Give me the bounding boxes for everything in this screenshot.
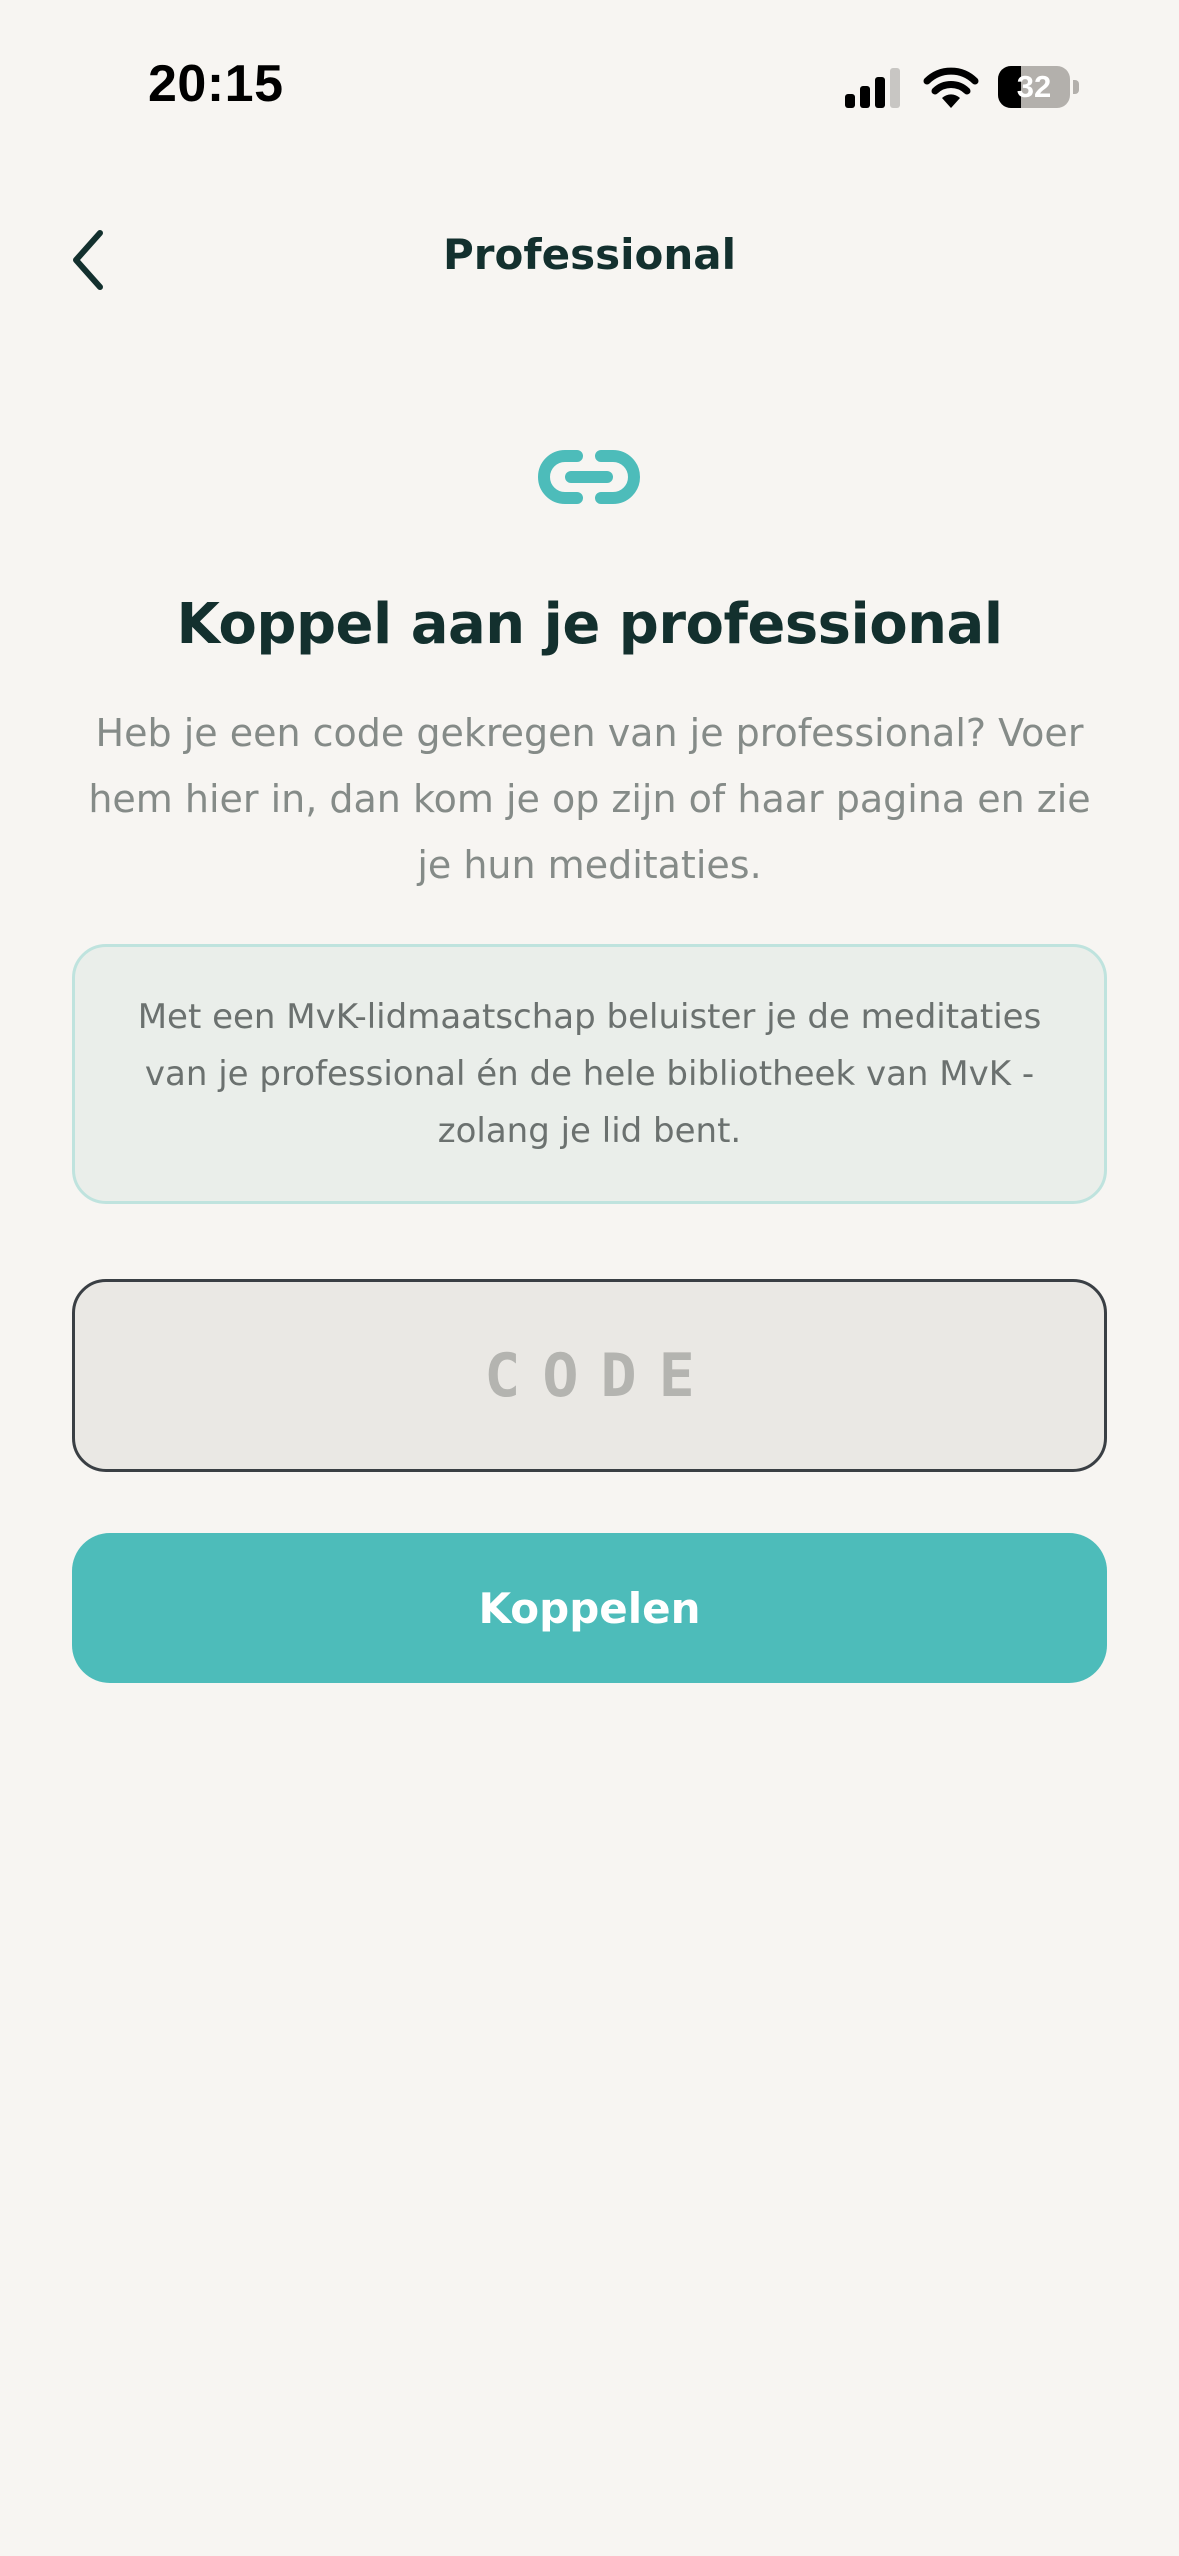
- nav-bar: Professional: [0, 200, 1179, 330]
- intro-text: Heb je een code gekregen van je professi…: [88, 711, 1091, 887]
- battery-level: 32: [1016, 69, 1052, 104]
- membership-info-card: Met een MvK-lidmaatschap beluister je de…: [72, 944, 1107, 1204]
- section-heading: Koppel aan je professional: [176, 592, 1003, 657]
- code-input[interactable]: [72, 1279, 1107, 1472]
- membership-info-text: Met een MvK-lidmaatschap beluister je de…: [137, 996, 1042, 1151]
- connect-button[interactable]: Koppelen: [72, 1533, 1107, 1683]
- status-time: 20:15: [148, 55, 284, 113]
- page-title: Professional: [443, 230, 736, 279]
- status-bar: 20:15 32: [0, 0, 1179, 170]
- link-icon: [538, 450, 640, 504]
- cellular-signal-icon: [845, 68, 900, 108]
- battery-icon: 32: [998, 66, 1080, 108]
- wifi-icon: [923, 67, 979, 108]
